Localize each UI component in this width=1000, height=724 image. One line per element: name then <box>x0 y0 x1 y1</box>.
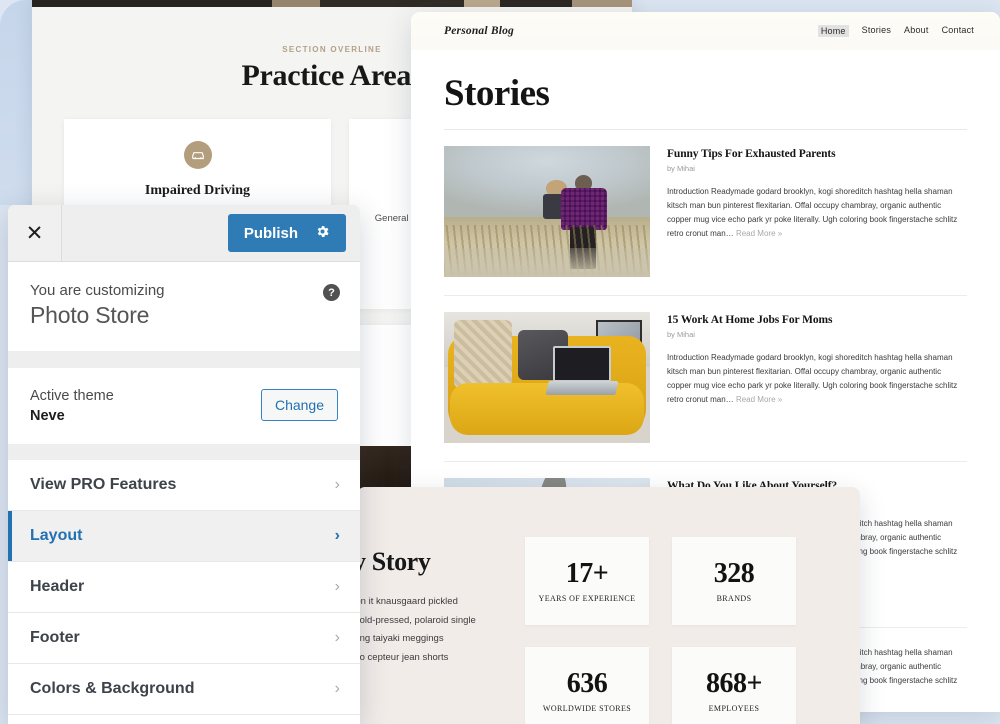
stat-label: Employees <box>708 704 760 714</box>
header-spacer <box>62 205 228 261</box>
blog-nav: Home Stories About Contact <box>817 25 974 37</box>
post-thumbnail[interactable] <box>444 146 650 277</box>
stat-card: 17+ Years of Experience <box>525 537 649 625</box>
post-thumbnail[interactable] <box>444 312 650 443</box>
blog-post-item[interactable]: 15 Work At Home Jobs For Moms by Mihai I… <box>444 296 967 462</box>
section-divider <box>8 351 360 368</box>
chevron-right-icon: › <box>334 679 340 697</box>
page-title: Stories <box>444 73 550 114</box>
post-title[interactable]: 15 Work At Home Jobs For Moms <box>667 314 967 326</box>
practice-area-title: Impaired Driving <box>144 183 251 198</box>
stat-number: 636 <box>566 667 608 699</box>
chevron-right-icon: › <box>334 577 340 595</box>
read-more-link[interactable]: Read More » <box>736 229 782 238</box>
nav-link-contact[interactable]: Contact <box>942 25 974 37</box>
excerpt-text: Introduction Readymade godard brooklyn, … <box>667 187 958 238</box>
story-title: ny Story <box>357 547 431 576</box>
publish-label: Publish <box>243 224 298 242</box>
post-excerpt: Introduction Readymade godard brooklyn, … <box>667 185 967 241</box>
about-story-card: ny Story a bird on it knausgaard pickled… <box>357 487 860 724</box>
sofa-photo <box>444 312 650 443</box>
stat-label: Brands <box>716 594 752 604</box>
stat-card: 328 Brands <box>672 537 796 625</box>
customizing-section: You are customizing Photo Store ? <box>8 262 360 351</box>
stat-card: 868+ Employees <box>672 647 796 724</box>
nav-link-about[interactable]: About <box>904 25 929 37</box>
excerpt-text: Introduction Readymade godard brooklyn, … <box>667 353 958 404</box>
stat-number: 868+ <box>706 667 762 699</box>
blog-brand: Personal Blog <box>444 25 515 37</box>
story-paragraph: a bird on it knausgaard pickled s non co… <box>357 593 525 667</box>
stat-card: 636 Worldwide Stores <box>525 647 649 724</box>
blog-post-item[interactable]: Funny Tips For Exhausted Parents by Miha… <box>444 130 967 296</box>
post-author: by Mihai <box>667 330 695 339</box>
menu-item-label: Header <box>30 577 85 595</box>
active-theme-section: Active theme Neve Change <box>8 368 360 444</box>
stat-label: Years of Experience <box>538 594 636 604</box>
man-figure <box>559 174 608 270</box>
chevron-right-icon: › <box>334 526 340 544</box>
background-accent-corner <box>0 0 34 205</box>
post-body: 15 Work At Home Jobs For Moms by Mihai I… <box>667 312 967 443</box>
story-line: a bird on it knausgaard pickled <box>357 596 458 607</box>
menu-item-label: Layout <box>30 526 83 544</box>
grass-texture <box>444 224 650 277</box>
publish-button[interactable]: Publish <box>227 214 346 252</box>
active-theme-info: Active theme Neve <box>30 386 114 424</box>
menu-item-layout[interactable]: Layout › <box>8 510 360 562</box>
menu-item-view-pro-features[interactable]: View PRO Features › <box>8 459 360 511</box>
nav-link-home[interactable]: Home <box>817 25 849 37</box>
story-line: umbleco cepteur jean shorts <box>357 651 449 663</box>
read-more-link[interactable]: Read More » <box>736 395 782 404</box>
beach-photo <box>444 146 650 277</box>
change-theme-button[interactable]: Change <box>260 388 338 421</box>
menu-item-colors-background[interactable]: Colors & Background › <box>8 663 360 715</box>
chevron-right-icon: › <box>334 475 340 493</box>
post-body: Funny Tips For Exhausted Parents by Miha… <box>667 146 967 277</box>
menu-item-label: Colors & Background <box>30 679 195 697</box>
close-icon[interactable]: ✕ <box>8 205 62 261</box>
stats-grid: 17+ Years of Experience 328 Brands 636 W… <box>525 537 796 724</box>
car-icon <box>183 141 212 169</box>
story-line: s non cold-pressed, polaroid single <box>357 614 476 626</box>
active-theme-label: Active theme <box>30 388 114 404</box>
post-author: by Mihai <box>667 164 695 173</box>
blog-header: Personal Blog Home Stories About Contact <box>411 12 1000 50</box>
customizing-label: You are customizing <box>30 282 165 299</box>
active-theme-name: Neve <box>30 407 65 424</box>
wordpress-customizer-panel: ✕ Publish You are customizing Photo Stor… <box>8 205 360 724</box>
menu-item-header[interactable]: Header › <box>8 561 360 613</box>
post-excerpt: Introduction Readymade godard brooklyn, … <box>667 351 967 407</box>
story-line: crodosing taiyaki meggings <box>357 633 444 645</box>
stat-number: 328 <box>713 557 755 589</box>
menu-item-footer[interactable]: Footer › <box>8 612 360 664</box>
stat-number: 17+ <box>565 557 609 589</box>
help-icon[interactable]: ? <box>323 284 340 301</box>
customizer-menu: View PRO Features › Layout › Header › Fo… <box>8 459 360 715</box>
gear-icon[interactable] <box>315 224 330 242</box>
story-text-column: ny Story a bird on it knausgaard pickled… <box>357 487 525 667</box>
customizer-header: ✕ Publish <box>8 205 360 262</box>
nav-link-stories[interactable]: Stories <box>862 25 891 37</box>
menu-item-label: Footer <box>30 628 80 646</box>
stat-label: Worldwide Stores <box>542 704 632 714</box>
hero-photo-strip <box>32 0 632 7</box>
site-name: Photo Store <box>30 302 150 328</box>
screenshot-stage: SECTION OVERLINE Practice Areas Impaired… <box>0 0 1000 724</box>
menu-item-label: View PRO Features <box>30 475 177 493</box>
post-title[interactable]: Funny Tips For Exhausted Parents <box>667 148 967 160</box>
chevron-right-icon: › <box>334 628 340 646</box>
section-divider <box>8 443 360 460</box>
